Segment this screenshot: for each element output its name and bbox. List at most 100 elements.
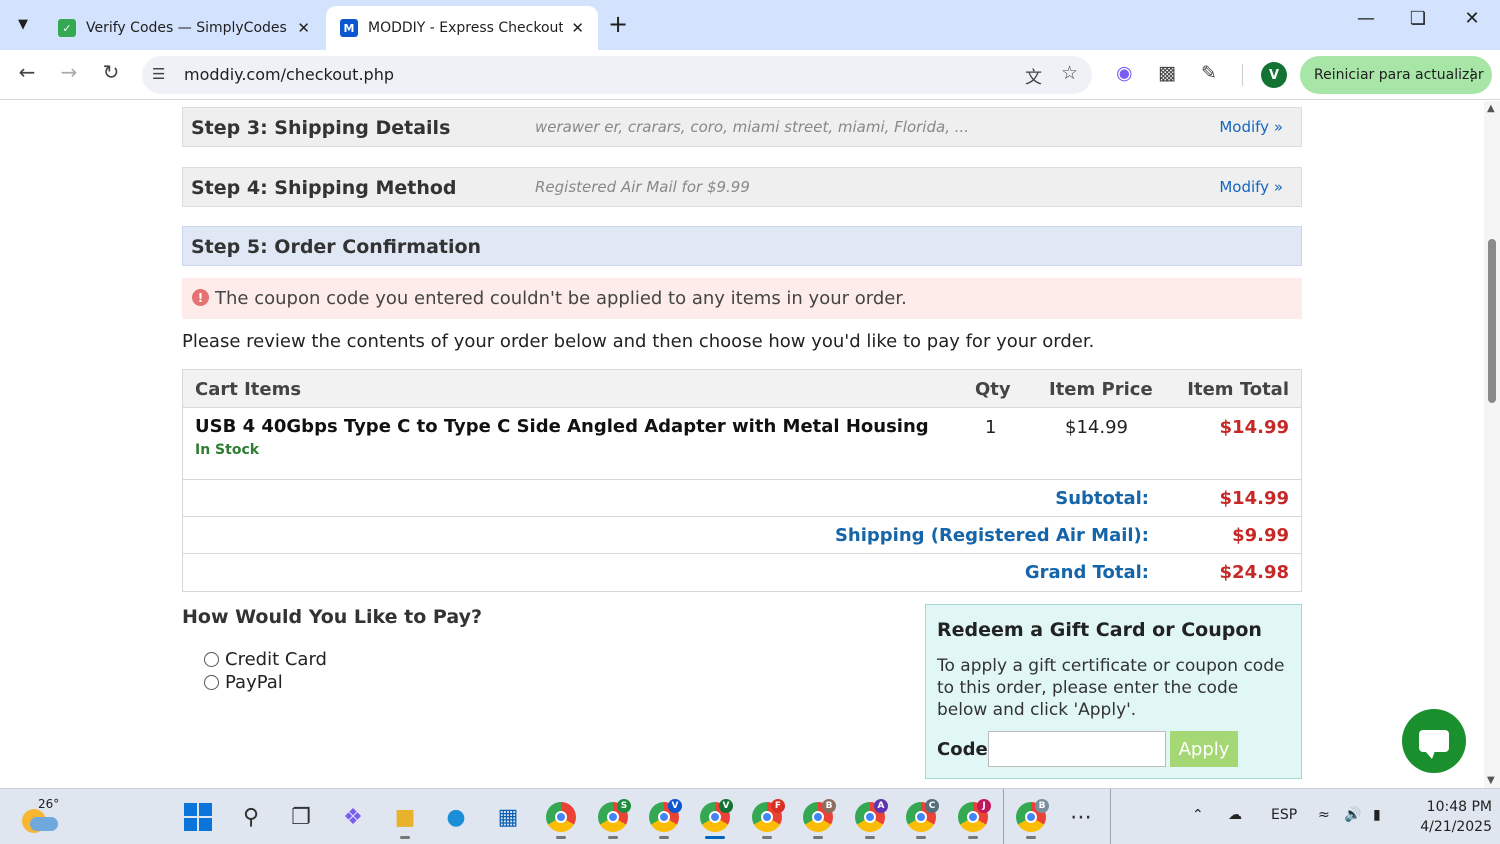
taskbar-overflow-button[interactable]: ⋯ (1063, 799, 1099, 835)
step-order-confirmation: Step 5: Order Confirmation (182, 226, 1302, 266)
chrome-profile-j-button[interactable]: J (955, 799, 991, 839)
modify-shipping-method-link[interactable]: Modify » (1219, 178, 1283, 196)
extensions-puzzle-icon[interactable]: ✎ (1201, 62, 1217, 84)
battery-icon[interactable]: ▮ (1373, 807, 1381, 823)
profile-badge: V (668, 799, 682, 813)
folder-icon: ■ (394, 804, 416, 830)
extension-icon[interactable]: ◉ (1116, 62, 1133, 84)
step-shipping-details: Step 3: Shipping Details werawer er, cra… (182, 107, 1302, 147)
copilot-button[interactable]: ❖ (335, 799, 371, 835)
chrome-icon (546, 802, 576, 832)
volume-icon[interactable]: 🔊 (1344, 807, 1361, 823)
windows-taskbar: 26° ⚲ ❐ ❖ ■ ● ▦ S V V F B A C J B ⋯ ⌃ ☁ … (0, 788, 1500, 844)
chrome-profile-b-button[interactable]: B (800, 799, 836, 839)
edge-button[interactable]: ● (438, 799, 474, 835)
shipping-label: Shipping (Registered Air Mail): (834, 525, 1149, 546)
search-button[interactable]: ⚲ (233, 799, 269, 835)
update-restart-button[interactable]: Reiniciar para actualizar ⋮ (1300, 56, 1492, 94)
new-tab-button[interactable]: + (608, 10, 628, 38)
alert-message: The coupon code you entered couldn't be … (215, 288, 907, 309)
file-explorer-button[interactable]: ■ (387, 799, 423, 839)
chat-icon (1419, 730, 1449, 759)
bookmark-star-icon[interactable]: ☆ (1061, 62, 1078, 84)
gift-coupon-box: Redeem a Gift Card or Coupon To apply a … (925, 604, 1302, 779)
coupon-code-input[interactable] (988, 731, 1166, 767)
tab-search-button[interactable]: ▼ (8, 10, 38, 38)
payment-option-credit-card[interactable]: Credit Card (204, 649, 327, 670)
chrome-profile-a-button[interactable]: A (852, 799, 888, 839)
task-view-icon: ❐ (291, 804, 311, 830)
taskbar-divider (1110, 789, 1111, 844)
shipping-value: $9.99 (1232, 525, 1289, 546)
payment-option-paypal[interactable]: PayPal (204, 672, 283, 693)
step-shipping-method: Step 4: Shipping Method Registered Air M… (182, 167, 1302, 207)
profile-badge: A (874, 799, 888, 813)
cart-table: Cart Items Qty Item Price Item Total USB… (182, 369, 1302, 592)
paypal-radio[interactable] (204, 675, 219, 690)
scroll-down-icon[interactable]: ▼ (1487, 775, 1495, 786)
live-chat-button[interactable] (1402, 709, 1466, 773)
copilot-icon: ❖ (343, 804, 363, 830)
onedrive-cloud-icon[interactable]: ☁ (1228, 807, 1242, 823)
close-icon[interactable]: ✕ (571, 19, 584, 37)
moddiy-icon: M (340, 19, 358, 37)
task-view-button[interactable]: ❐ (283, 799, 319, 835)
review-instructions: Please review the contents of your order… (182, 331, 1095, 352)
scroll-thumb[interactable] (1488, 239, 1496, 403)
address-bar[interactable]: ☰ moddiy.com/checkout.php 文 ☆ (142, 56, 1092, 94)
page-scrollbar[interactable]: ▲ ▼ (1484, 101, 1500, 788)
chrome-taskbar-button[interactable] (543, 799, 579, 839)
running-indicator (1026, 836, 1036, 839)
url-text[interactable]: moddiy.com/checkout.php (184, 65, 394, 84)
gift-box-description: To apply a gift certificate or coupon co… (937, 656, 1285, 720)
running-indicator (608, 836, 618, 839)
restore-button[interactable]: ❏ (1398, 8, 1438, 29)
running-indicator (916, 836, 926, 839)
running-indicator (865, 836, 875, 839)
input-language[interactable]: ESP (1271, 807, 1297, 823)
minimize-button[interactable]: — (1346, 8, 1386, 29)
start-button[interactable] (180, 799, 216, 835)
credit-card-radio[interactable] (204, 652, 219, 667)
profile-badge: B (822, 799, 836, 813)
robot-extension-icon[interactable]: ▩ (1158, 62, 1176, 84)
simplycodes-icon: ✓ (58, 19, 76, 37)
modify-shipping-details-link[interactable]: Modify » (1219, 118, 1283, 136)
profile-avatar[interactable]: V (1261, 62, 1287, 88)
arrow-right-icon: → (60, 60, 78, 84)
tray-expand-icon[interactable]: ⌃ (1192, 807, 1204, 823)
profile-badge: V (719, 799, 733, 813)
running-indicator (400, 836, 410, 839)
chrome-profile-s-button[interactable]: S (595, 799, 631, 839)
translate-icon[interactable]: 文 (1025, 63, 1042, 88)
more-horizontal-icon: ⋯ (1070, 804, 1092, 830)
apply-coupon-button[interactable]: Apply (1170, 731, 1238, 767)
site-info-icon[interactable]: ☰ (152, 65, 165, 83)
store-button[interactable]: ▦ (490, 799, 526, 835)
chrome-profile-c-button[interactable]: C (903, 799, 939, 839)
reload-button[interactable]: ↻ (96, 60, 126, 84)
tab-title: MODDIY - Express Checkout (368, 20, 564, 36)
weather-widget[interactable]: 26° (20, 797, 64, 837)
more-menu-icon[interactable]: ⋮ (1464, 65, 1480, 84)
header-item-total: Item Total (1187, 379, 1289, 400)
wifi-icon[interactable]: ≈ (1318, 807, 1330, 823)
scroll-up-icon[interactable]: ▲ (1487, 103, 1495, 114)
page-content: Step 3: Shipping Details werawer er, cra… (0, 101, 1484, 788)
tab-simplycodes[interactable]: ✓ Verify Codes — SimplyCodes ✕ (44, 6, 324, 50)
profile-badge: F (771, 799, 785, 813)
chrome-profile-v-active-button[interactable]: V (697, 799, 733, 839)
radio-label: PayPal (225, 672, 283, 693)
close-icon[interactable]: ✕ (297, 19, 310, 37)
system-clock[interactable]: 10:48 PM 4/21/2025 (1406, 797, 1492, 837)
subtotal-row: Subtotal: $14.99 (183, 480, 1301, 517)
product-name[interactable]: USB 4 40Gbps Type C to Type C Side Angle… (195, 416, 929, 437)
tab-moddiy-checkout[interactable]: M MODDIY - Express Checkout ✕ (326, 6, 598, 50)
chrome-profile-b2-button[interactable]: B (1013, 799, 1049, 839)
chrome-profile-v-button[interactable]: V (646, 799, 682, 839)
chrome-profile-f-button[interactable]: F (749, 799, 785, 839)
back-button[interactable]: ← (12, 60, 42, 84)
forward-button[interactable]: → (54, 60, 84, 84)
close-window-button[interactable]: ✕ (1452, 8, 1492, 29)
gift-box-title: Redeem a Gift Card or Coupon (937, 619, 1262, 641)
